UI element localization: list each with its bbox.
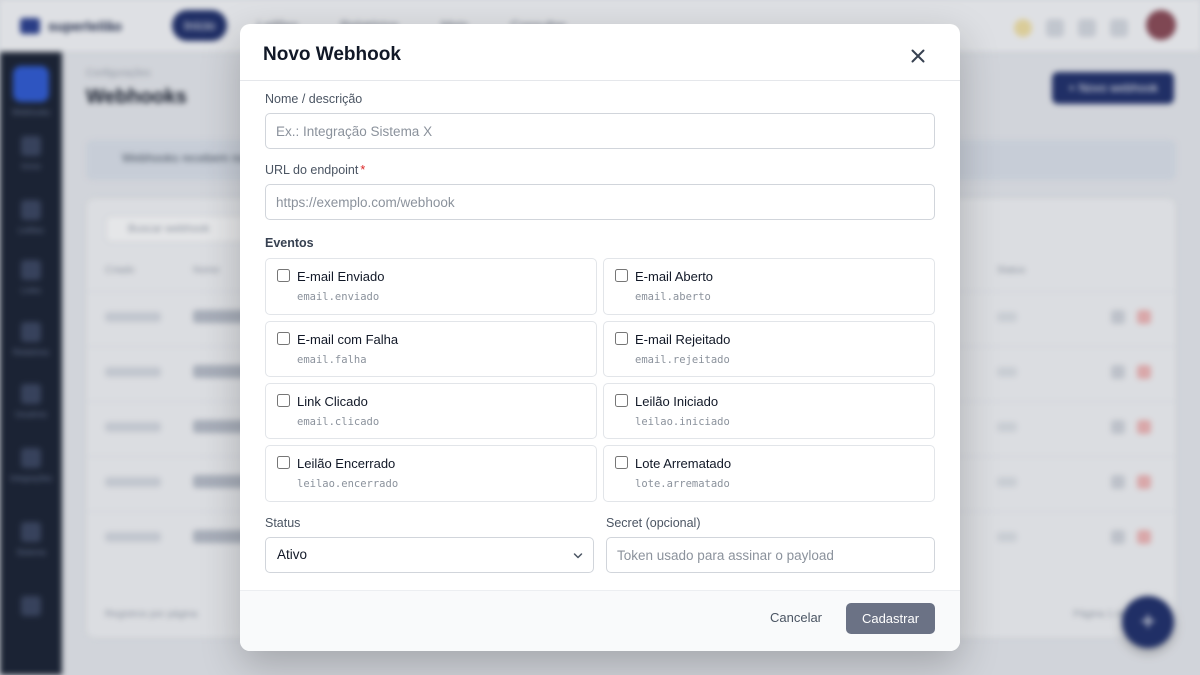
required-mark: * — [360, 163, 366, 177]
secret-input[interactable] — [606, 537, 935, 573]
event-checkbox[interactable] — [615, 269, 628, 282]
cancel-button[interactable]: Cancelar — [756, 602, 836, 633]
event-label: Lote Arrematado — [635, 456, 732, 471]
name-label: Nome / descrição — [265, 92, 363, 106]
event-checkbox[interactable] — [615, 456, 628, 469]
event-checkbox[interactable] — [277, 394, 290, 407]
events-label: Eventos — [265, 236, 314, 250]
event-label: E-mail Rejeitado — [635, 332, 731, 347]
event-code: email.enviado — [297, 291, 380, 303]
close-button[interactable] — [906, 44, 930, 68]
modal-header: Novo Webhook — [240, 24, 960, 81]
submit-button[interactable]: Cadastrar — [846, 603, 935, 634]
event-checkbox[interactable] — [615, 394, 628, 407]
event-option-lote-arrematado[interactable]: Lote Arrematado lote.arrematado — [603, 445, 935, 502]
url-input[interactable] — [265, 184, 935, 220]
secret-label: Secret (opcional) — [606, 516, 701, 530]
event-code: email.rejeitado — [635, 354, 730, 366]
event-option-email-aberto[interactable]: E-mail Aberto email.aberto — [603, 258, 935, 315]
event-label: Link Clicado — [297, 394, 368, 409]
event-option-email-falha[interactable]: E-mail com Falha email.falha — [265, 321, 597, 377]
url-label: URL do endpoint * — [265, 163, 365, 177]
event-label: E-mail com Falha — [297, 332, 399, 347]
event-code: email.aberto — [635, 291, 711, 303]
url-label-text: URL do endpoint — [265, 163, 359, 177]
event-code: leilao.encerrado — [297, 478, 399, 490]
event-code: lote.arrematado — [635, 478, 730, 490]
modal-title: Novo Webhook — [263, 44, 401, 65]
event-label: E-mail Aberto — [635, 269, 714, 284]
event-checkbox[interactable] — [277, 332, 290, 345]
event-option-email-enviado[interactable]: E-mail Enviado email.enviado — [265, 258, 597, 315]
event-code: email.clicado — [297, 416, 380, 428]
event-checkbox[interactable] — [277, 456, 290, 469]
event-option-leilao-iniciado[interactable]: Leilão Iniciado leilao.iniciado — [603, 383, 935, 439]
event-label: E-mail Enviado — [297, 269, 385, 284]
event-option-email-rejeitado[interactable]: E-mail Rejeitado email.rejeitado — [603, 321, 935, 377]
event-checkbox[interactable] — [615, 332, 628, 345]
event-option-leilao-encerrado[interactable]: Leilão Encerrado leilao.encerrado — [265, 445, 597, 502]
status-label: Status — [265, 516, 301, 530]
status-select-value: Ativo — [277, 547, 308, 562]
chevron-down-icon — [573, 553, 583, 559]
new-webhook-modal: Novo Webhook Nome / descrição URL do end… — [240, 24, 960, 651]
close-icon — [911, 49, 925, 63]
event-checkbox[interactable] — [277, 269, 290, 282]
event-label: Leilão Iniciado — [635, 394, 719, 409]
event-label: Leilão Encerrado — [297, 456, 396, 471]
event-code: email.falha — [297, 354, 367, 366]
name-input[interactable] — [265, 113, 935, 149]
event-code: leilao.iniciado — [635, 416, 730, 428]
modal-footer: Cancelar Cadastrar — [240, 590, 960, 651]
status-select[interactable]: Ativo — [265, 537, 594, 573]
event-option-email-clicado[interactable]: Link Clicado email.clicado — [265, 383, 597, 439]
